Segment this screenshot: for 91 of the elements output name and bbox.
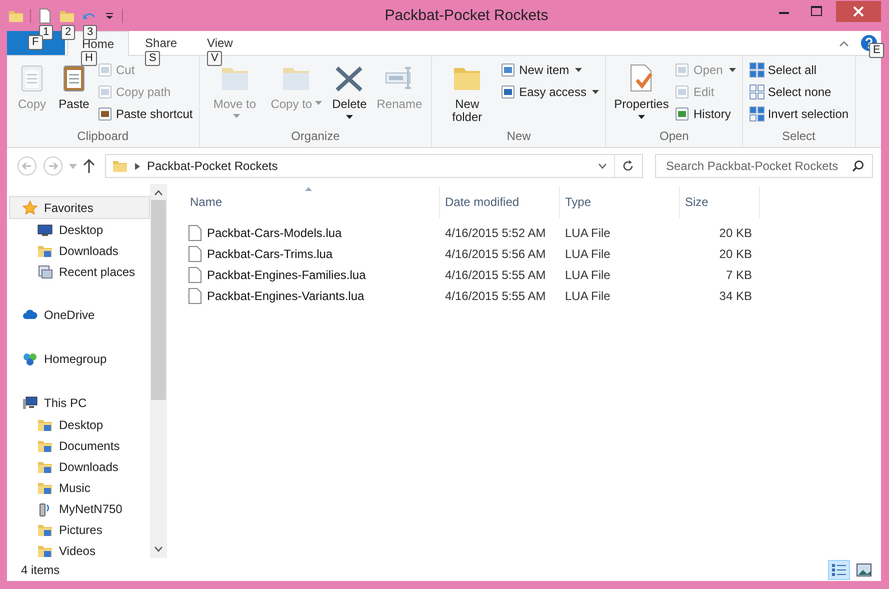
- close-icon: [853, 6, 864, 16]
- nav-item[interactable]: This PC: [9, 391, 150, 414]
- address-bar[interactable]: Packbat-Pocket Rockets: [105, 154, 643, 178]
- search-icon: [852, 160, 864, 172]
- search-field[interactable]: Search Packbat-Pocket Rockets: [664, 158, 852, 174]
- column-header[interactable]: Date modified: [440, 186, 560, 218]
- keytip: H: [81, 51, 97, 66]
- table-cell: 4/16/2015 5:52 AM: [445, 226, 546, 240]
- customize-caret-icon[interactable]: [105, 12, 114, 20]
- ribbon-button[interactable]: New folder: [438, 60, 496, 129]
- nav-item[interactable]: OneDrive: [9, 303, 150, 326]
- group-label: Organize: [290, 129, 341, 145]
- ribbon-button[interactable]: Invert selection: [748, 105, 849, 123]
- table-cell: 20 KB: [719, 226, 752, 240]
- group-label: Select: [781, 129, 816, 145]
- keytip: 1: [39, 24, 54, 40]
- monitor-icon: [37, 222, 53, 238]
- nav-item[interactable]: MyNetN750: [7, 498, 150, 519]
- recent-places-icon: [37, 264, 53, 280]
- nav-item[interactable]: Pictures: [7, 519, 150, 540]
- nav-item[interactable]: Videos: [7, 540, 150, 558]
- ribbon-button[interactable]: Paste shortcut: [97, 105, 193, 123]
- keytip: E: [869, 43, 884, 58]
- table-cell: LUA File: [565, 288, 610, 302]
- scroll-up-icon[interactable]: [154, 190, 163, 196]
- select-all-icon: [748, 62, 765, 78]
- column-header[interactable]: Size: [680, 186, 760, 218]
- file-icon: [188, 246, 202, 262]
- nav-item[interactable]: Homegroup: [9, 347, 150, 370]
- keytip: 3: [83, 24, 98, 40]
- file-icon: [188, 266, 202, 282]
- table-cell: 7 KB: [726, 268, 752, 282]
- keytip: 2: [61, 24, 76, 40]
- refresh-icon[interactable]: [622, 160, 634, 172]
- ribbon-button[interactable]: New item: [500, 61, 600, 79]
- keytip: F: [28, 35, 43, 50]
- ribbon-button[interactable]: Properties: [612, 60, 670, 129]
- group-label: Open: [658, 129, 690, 145]
- group-label: New: [506, 129, 532, 145]
- table-cell: 4/16/2015 5:55 AM: [445, 268, 546, 282]
- nav-item[interactable]: Music: [7, 477, 150, 498]
- ribbon-button[interactable]: Select none: [748, 83, 849, 101]
- dropdown-icon[interactable]: [598, 163, 607, 169]
- ribbon-button[interactable]: Delete: [329, 60, 370, 129]
- chevron-icon: [135, 162, 140, 170]
- nav-item[interactable]: Favorites: [9, 196, 150, 219]
- scrollbar[interactable]: [150, 184, 167, 558]
- search-box[interactable]: Search Packbat-Pocket Rockets: [655, 154, 873, 178]
- folder-icon: [112, 158, 128, 174]
- nav-item[interactable]: Recent places: [7, 261, 150, 282]
- table-cell: LUA File: [565, 268, 610, 282]
- column-header[interactable]: Name: [185, 186, 440, 218]
- close-button[interactable]: [836, 0, 881, 22]
- sort-ascending-icon: [305, 187, 312, 191]
- homegroup-icon: [22, 350, 38, 366]
- ribbon-button[interactable]: Select all: [748, 61, 849, 79]
- select-none-icon: [748, 84, 765, 100]
- collapse-ribbon-icon[interactable]: [839, 40, 849, 46]
- file-icon: [188, 288, 202, 304]
- nav-item[interactable]: Downloads: [7, 456, 150, 477]
- file-name[interactable]: Packbat-Cars-Models.lua: [207, 226, 342, 240]
- table-cell: 4/16/2015 5:56 AM: [445, 246, 546, 260]
- star-icon: [22, 200, 38, 216]
- file-name[interactable]: Packbat-Engines-Variants.lua: [207, 288, 364, 302]
- keytip: S: [145, 51, 160, 66]
- window-title: Packbat-Pocket Rockets: [384, 7, 550, 24]
- computer-icon: [22, 394, 38, 410]
- details-view-button[interactable]: [828, 560, 850, 580]
- column-header[interactable]: Type: [560, 186, 680, 218]
- up-arrow-icon[interactable]: [83, 159, 95, 173]
- table-cell: LUA File: [565, 226, 610, 240]
- table-cell: 34 KB: [719, 288, 752, 302]
- nav-item[interactable]: Desktop: [7, 219, 150, 240]
- item-count: 4 items: [21, 562, 60, 576]
- nav-item[interactable]: Downloads: [7, 240, 150, 261]
- nav-item[interactable]: Desktop: [7, 414, 150, 435]
- table-cell: LUA File: [565, 246, 610, 260]
- group-label: Clipboard: [76, 129, 130, 145]
- invert-selection-icon: [748, 106, 765, 122]
- maximize-icon: [811, 6, 822, 16]
- scroll-down-icon[interactable]: [154, 546, 163, 552]
- file-name[interactable]: Packbat-Engines-Families.lua: [207, 268, 366, 282]
- ribbon-button[interactable]: History: [674, 105, 736, 123]
- properties-icon[interactable]: [37, 8, 53, 24]
- file-name[interactable]: Packbat-Cars-Trims.lua: [207, 246, 333, 260]
- ribbon-button[interactable]: Easy access: [500, 83, 600, 101]
- keytip: V: [207, 51, 222, 66]
- table-cell: 4/16/2015 5:55 AM: [445, 288, 546, 302]
- table-cell: 20 KB: [719, 246, 752, 260]
- nav-item[interactable]: Documents: [7, 435, 150, 456]
- file-icon: [188, 224, 202, 240]
